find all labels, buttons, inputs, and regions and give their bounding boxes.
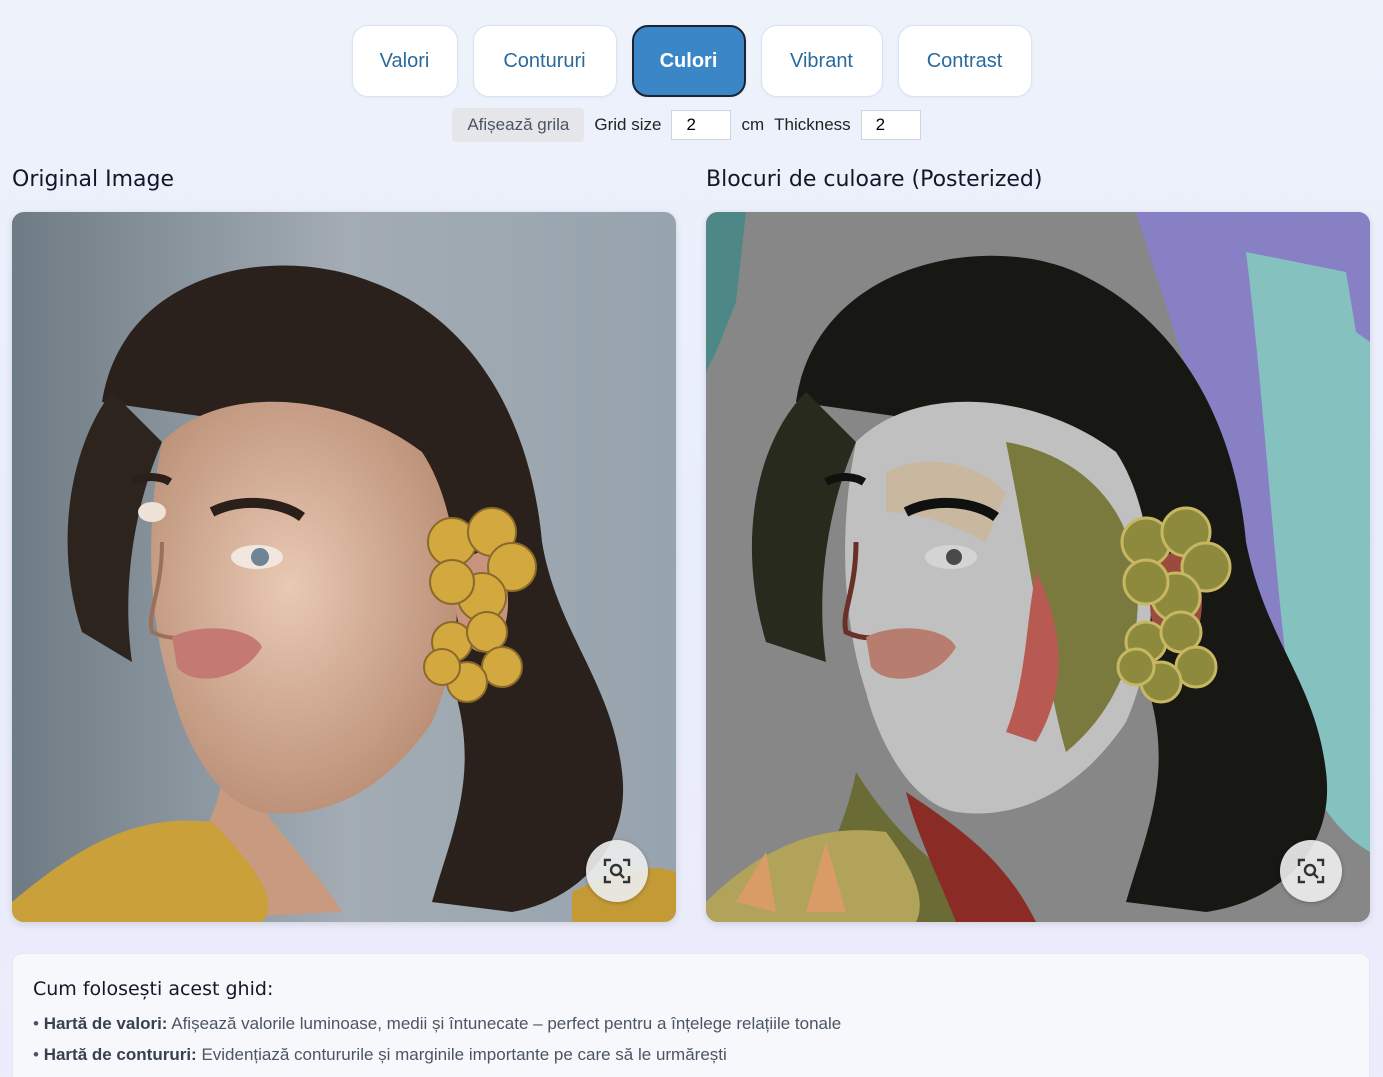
tab-valori[interactable]: Valori — [351, 25, 458, 97]
original-image-title: Original Image — [12, 167, 174, 192]
grid-unit-label: cm — [741, 115, 765, 134]
zoom-button[interactable] — [586, 840, 648, 902]
posterized-image-title: Blocuri de culoare (Posterized) — [706, 167, 1043, 192]
show-grid-button[interactable]: Afișează grila — [452, 108, 585, 142]
usage-guide: Cum folosești acest ghid: • Hartă de val… — [12, 953, 1370, 1077]
tab-contururi[interactable]: Contururi — [472, 25, 617, 97]
zoom-scan-icon — [1297, 858, 1325, 884]
tab-vibrant[interactable]: Vibrant — [760, 25, 883, 97]
guide-item-text: Evidențiază contururile și marginile imp… — [196, 1045, 727, 1064]
posterized-image — [706, 212, 1370, 922]
guide-item-label: Hartă de contururi: — [43, 1045, 197, 1064]
grid-size-input[interactable] — [671, 110, 732, 140]
tab-contrast[interactable]: Contrast — [897, 25, 1032, 97]
guide-item: • Hartă de contururi: Evidențiază contur… — [33, 1045, 727, 1064]
original-image — [12, 212, 676, 922]
posterized-photo — [706, 212, 1370, 922]
tab-culori[interactable]: Culori — [631, 25, 746, 97]
zoom-button[interactable] — [1280, 840, 1342, 902]
zoom-scan-icon — [603, 858, 631, 884]
portrait-photo — [12, 212, 676, 922]
guide-item-label: Hartă de valori: — [43, 1014, 168, 1033]
thickness-label: Thickness — [774, 115, 851, 134]
guide-title: Cum folosești acest ghid: — [33, 978, 274, 1000]
view-mode-tabs: Valori Contururi Culori Vibrant Contrast — [0, 25, 1383, 97]
grid-size-label: Grid size — [594, 115, 662, 134]
guide-item-text: Afișează valorile luminoase, medii și în… — [167, 1014, 842, 1033]
guide-item: • Hartă de valori: Afișează valorile lum… — [33, 1014, 842, 1033]
grid-controls: Afișează grila Grid size cm Thickness — [0, 108, 1383, 142]
thickness-input[interactable] — [860, 110, 921, 140]
